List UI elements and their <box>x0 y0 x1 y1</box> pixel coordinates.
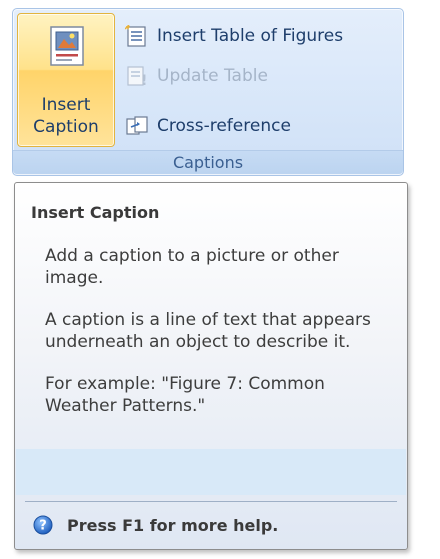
insert-caption-label-line2: Caption <box>33 117 99 137</box>
update-table-icon: ! <box>127 66 147 87</box>
tooltip-paragraph-3: For example: "Figure 7: Common Weather P… <box>45 374 325 416</box>
update-table-button[interactable]: ! Update Table <box>125 61 401 91</box>
tooltip-title: Insert Caption <box>31 203 160 222</box>
insert-caption-label-line1: Insert <box>41 95 91 115</box>
tooltip-paragraph-1: Add a caption to a picture or other imag… <box>45 246 339 288</box>
tooltip-paragraph-2: A caption is a line of text that appears… <box>45 310 371 352</box>
insert-table-of-figures-button[interactable]: Insert Table of Figures <box>125 21 401 51</box>
cross-reference-icon <box>126 116 148 135</box>
tooltip-help-footer: ? Press F1 for more help. <box>33 509 278 541</box>
help-text: Press F1 for more help. <box>67 515 279 535</box>
svg-text:!: ! <box>141 73 147 87</box>
captions-group-label: Captions <box>13 150 403 174</box>
cross-reference-label: Cross-reference <box>157 116 291 136</box>
insert-caption-tooltip: Insert Caption Add a caption to a pictur… <box>14 182 408 550</box>
update-table-label: Update Table <box>157 66 268 86</box>
insert-caption-icon <box>50 26 84 66</box>
help-icon: ? <box>33 515 53 535</box>
tooltip-divider <box>25 501 397 502</box>
insert-caption-label: Insert Caption <box>18 94 114 138</box>
insert-caption-button[interactable]: Insert Caption <box>17 13 115 147</box>
insert-table-of-figures-label: Insert Table of Figures <box>157 26 344 46</box>
tooltip-body: Add a caption to a picture or other imag… <box>45 245 393 437</box>
svg-text:?: ? <box>39 519 47 534</box>
tooltip-highlight-band <box>16 449 406 495</box>
captions-ribbon-group: Insert Caption Insert Table of Figures !… <box>12 8 404 176</box>
cross-reference-button[interactable]: Cross-reference <box>125 111 401 141</box>
table-of-figures-icon <box>125 25 146 47</box>
